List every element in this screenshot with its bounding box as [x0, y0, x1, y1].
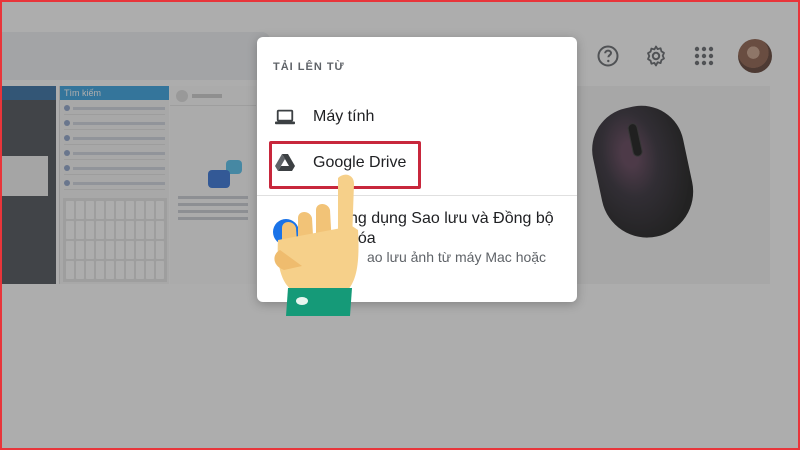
- menu-heading: TẢI LÊN TỪ: [273, 61, 345, 73]
- backup-sync-description: ao lưu ảnh từ máy Mac hoặc: [367, 249, 547, 265]
- pointing-hand-icon: [274, 174, 359, 316]
- laptop-icon: [275, 107, 295, 127]
- menu-item-label: Máy tính: [313, 108, 375, 125]
- screenshot-frame: Tìm kiếm TẢI LÊN TỪ Máy tính Google Driv…: [0, 0, 800, 450]
- menu-item-computer[interactable]: Máy tính: [257, 95, 577, 139]
- menu-item-backup-sync[interactable]: ng dụng Sao lưu và Đồng bộ hóa: [349, 209, 569, 249]
